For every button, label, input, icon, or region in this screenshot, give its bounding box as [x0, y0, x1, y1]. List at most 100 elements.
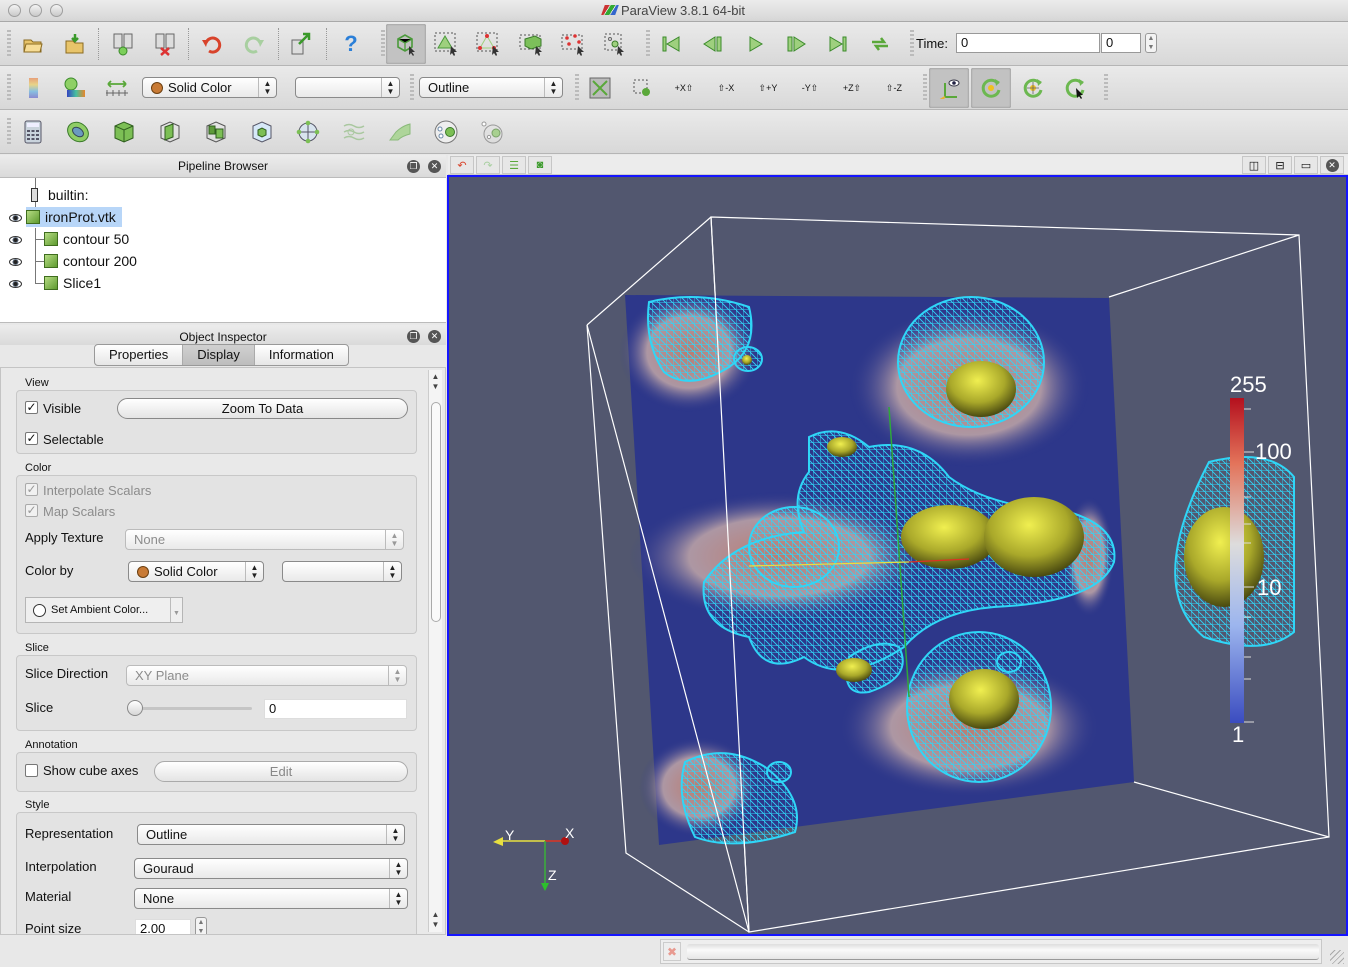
- slice-value-input[interactable]: 0: [264, 699, 407, 719]
- connect-server-button[interactable]: [109, 30, 137, 58]
- clip-button[interactable]: [110, 118, 138, 146]
- time-index-spinner[interactable]: ▲ ▼: [1145, 33, 1157, 53]
- visible-checkbox[interactable]: ✓: [25, 401, 38, 414]
- tab-properties[interactable]: Properties: [95, 345, 184, 365]
- close-panel-icon[interactable]: ✕: [428, 330, 441, 343]
- view-plus-z-button[interactable]: +Z⇧: [838, 74, 866, 102]
- zoom-to-data-button[interactable]: Zoom To Data: [117, 398, 408, 419]
- select-cells-through-button[interactable]: [518, 30, 546, 58]
- contour-button[interactable]: [64, 118, 92, 146]
- scroll-arrows-top-icon[interactable]: ▲ ▼: [429, 370, 442, 392]
- slice-button[interactable]: [156, 118, 184, 146]
- apply-texture-dropdown[interactable]: None ▲ ▼: [125, 529, 404, 550]
- float-panel-icon[interactable]: ❐: [407, 330, 420, 343]
- redo-button[interactable]: [240, 30, 268, 58]
- split-vertical-button[interactable]: ⊟: [1268, 156, 1292, 174]
- slice-slider-track[interactable]: [127, 707, 252, 710]
- visibility-eye-icon[interactable]: [9, 258, 22, 266]
- slice-direction-dropdown[interactable]: XY Plane ▲ ▼: [126, 665, 407, 686]
- tab-information[interactable]: Information: [255, 345, 348, 365]
- point-size-input[interactable]: 2.00: [135, 919, 191, 934]
- map-scalars-checkbox[interactable]: ✓: [25, 504, 38, 517]
- camera-redo-button[interactable]: ↷: [476, 156, 500, 174]
- view-settings-button[interactable]: ☰: [502, 156, 526, 174]
- abort-button[interactable]: ✖: [663, 942, 681, 961]
- load-state-button[interactable]: [61, 30, 89, 58]
- close-view-button[interactable]: ✕: [1320, 156, 1344, 174]
- interpolate-scalars-checkbox[interactable]: ✓: [25, 483, 38, 496]
- slice-slider-handle[interactable]: [127, 700, 143, 716]
- representation-dropdown[interactable]: Outline ▲ ▼: [419, 77, 563, 98]
- show-orientation-axes-button[interactable]: [929, 68, 969, 108]
- loop-button[interactable]: [866, 30, 894, 58]
- screenshot-button[interactable]: ◙: [528, 156, 552, 174]
- view-minus-y-button[interactable]: -Y⇧: [796, 74, 824, 102]
- view-plus-x-button[interactable]: +X⇧: [670, 74, 698, 102]
- resize-grip-icon[interactable]: [1330, 950, 1344, 964]
- select-points-through-button[interactable]: [560, 30, 588, 58]
- dropdown-arrow-icon[interactable]: ▼: [170, 598, 182, 622]
- split-horizontal-button[interactable]: ◫: [1242, 156, 1266, 174]
- extract-level-button[interactable]: [478, 118, 506, 146]
- stream-tracer-button[interactable]: [340, 118, 368, 146]
- next-frame-button[interactable]: [782, 30, 810, 58]
- toggle-color-legend-button[interactable]: [19, 74, 47, 102]
- reset-camera-button[interactable]: [586, 74, 614, 102]
- show-center-button[interactable]: [971, 68, 1011, 108]
- maximize-view-button[interactable]: ▭: [1294, 156, 1318, 174]
- select-points-on-button[interactable]: [475, 30, 503, 58]
- render-view[interactable]: 255 100 10 1 Y X Z: [447, 175, 1348, 936]
- tab-display[interactable]: Display: [183, 345, 255, 365]
- play-button[interactable]: [741, 30, 769, 58]
- interpolation-dropdown[interactable]: Gouraud ▲ ▼: [134, 858, 408, 879]
- undo-button[interactable]: [198, 30, 226, 58]
- pipeline-item[interactable]: ironProt.vtk: [26, 207, 122, 227]
- time-index-input[interactable]: 0: [1101, 33, 1141, 53]
- pipeline-item[interactable]: contour 200: [44, 251, 137, 271]
- visibility-eye-icon[interactable]: [9, 214, 22, 222]
- view-minus-z-button[interactable]: ⇧-Z: [880, 74, 908, 102]
- edit-color-map-button[interactable]: [61, 74, 89, 102]
- select-cells-on-button[interactable]: [433, 30, 461, 58]
- close-panel-icon[interactable]: ✕: [428, 160, 441, 173]
- visibility-eye-icon[interactable]: [9, 280, 22, 288]
- threshold-button[interactable]: [202, 118, 230, 146]
- warp-button[interactable]: [386, 118, 414, 146]
- view-plus-y-button[interactable]: ⇧+Y: [754, 74, 782, 102]
- scroll-arrows-bottom-icon[interactable]: ▲ ▼: [429, 910, 442, 930]
- reset-center-button[interactable]: [1019, 74, 1047, 102]
- inspector-scrollbar[interactable]: ▲ ▼ ▲ ▼: [428, 370, 442, 932]
- rescale-range-button[interactable]: [103, 74, 131, 102]
- inspector-scrollbar-thumb[interactable]: [431, 402, 441, 622]
- selectable-checkbox[interactable]: ✓: [25, 432, 38, 445]
- show-cube-axes-checkbox[interactable]: [25, 764, 38, 777]
- previous-frame-button[interactable]: [699, 30, 727, 58]
- pipeline-item[interactable]: Slice1: [44, 273, 101, 293]
- last-frame-button[interactable]: [824, 30, 852, 58]
- help-button[interactable]: ?: [337, 30, 365, 58]
- pipeline-root[interactable]: builtin:: [31, 185, 88, 205]
- cube-axes-edit-button[interactable]: Edit: [154, 761, 408, 782]
- point-size-spinner[interactable]: ▲ ▼: [195, 917, 207, 934]
- pipeline-item[interactable]: contour 50: [44, 229, 129, 249]
- zoom-to-box-button[interactable]: [628, 74, 656, 102]
- material-dropdown[interactable]: None ▲ ▼: [134, 888, 408, 909]
- view-minus-x-button[interactable]: ⇧-X: [712, 74, 740, 102]
- glyph-button[interactable]: [294, 118, 322, 146]
- group-datasets-button[interactable]: [432, 118, 460, 146]
- select-block-button[interactable]: [602, 30, 630, 58]
- extract-subset-button[interactable]: [248, 118, 276, 146]
- visibility-eye-icon[interactable]: [9, 236, 22, 244]
- color-component-dropdown[interactable]: ▲ ▼: [295, 77, 400, 98]
- first-frame-button[interactable]: [657, 30, 685, 58]
- calculator-button[interactable]: [19, 118, 47, 146]
- pick-center-button[interactable]: [1061, 74, 1089, 102]
- inspector-color-component-dropdown[interactable]: ▲ ▼: [282, 561, 402, 582]
- inspector-color-by-dropdown[interactable]: Solid Color ▲ ▼: [128, 561, 264, 582]
- inspector-representation-dropdown[interactable]: Outline ▲ ▼: [137, 824, 405, 845]
- camera-undo-button[interactable]: ↶: [450, 156, 474, 174]
- disconnect-server-button[interactable]: [151, 30, 179, 58]
- color-by-dropdown[interactable]: Solid Color ▲ ▼: [142, 77, 277, 98]
- set-ambient-color-button[interactable]: Set Ambient Color... ▼: [25, 597, 183, 623]
- time-value-input[interactable]: 0: [956, 33, 1100, 53]
